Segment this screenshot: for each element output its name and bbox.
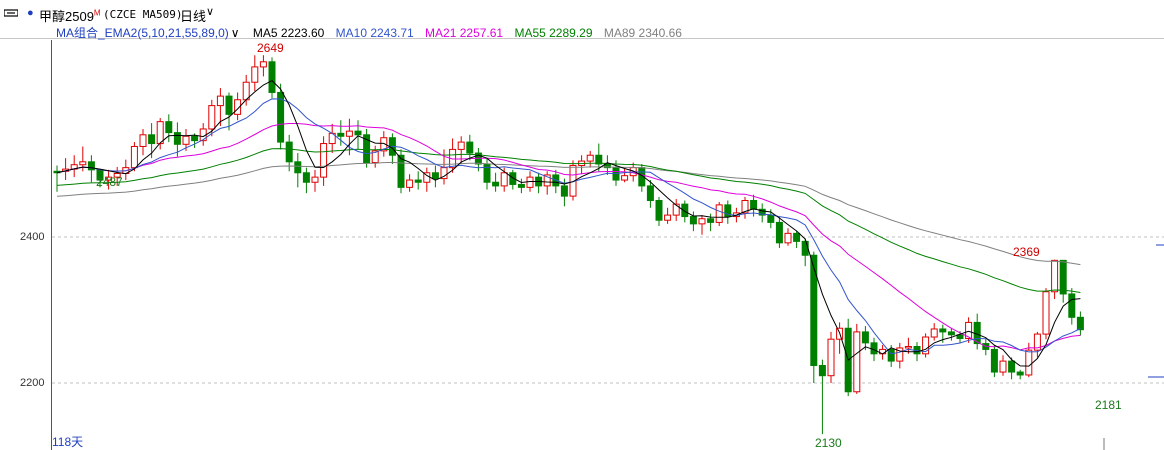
candle-body <box>999 360 1007 373</box>
candle-body <box>560 185 568 197</box>
candle-body <box>259 61 267 68</box>
candle-body <box>930 328 938 338</box>
candle-body <box>182 135 190 145</box>
candle-body <box>1059 259 1067 295</box>
candle-body <box>225 95 233 115</box>
candle-body <box>947 331 955 336</box>
candle-body <box>698 218 706 225</box>
candle-body <box>148 134 156 145</box>
y-axis-line <box>51 40 52 450</box>
candle-body <box>492 181 500 187</box>
legend-ma55: MA55 2289.29 <box>514 26 593 40</box>
candle-body <box>775 221 783 244</box>
period-selector[interactable]: 日线 <box>180 6 206 25</box>
candle-body <box>216 95 224 107</box>
candle-body <box>586 154 594 162</box>
candle-body <box>156 121 164 145</box>
candle-body <box>285 141 293 163</box>
menu-icon[interactable] <box>4 8 18 18</box>
candle-body <box>139 134 147 147</box>
candle-body <box>165 121 173 134</box>
candle-body <box>1076 316 1084 331</box>
candle-body <box>302 172 310 183</box>
indicator-legend: MA组合_EMA2(5,10,21,55,89,0) ∨ MA5 2223.60 … <box>56 24 690 41</box>
candle-body <box>793 232 801 242</box>
candle-body <box>173 132 181 145</box>
candle-body <box>251 66 259 83</box>
candle-body <box>621 175 629 181</box>
high-annotation: 2369 <box>1013 245 1040 259</box>
ma89-line <box>56 161 1081 266</box>
candle-body <box>1042 291 1050 335</box>
candle-body <box>345 130 353 137</box>
candle-body <box>595 154 603 165</box>
candle-body <box>517 183 525 188</box>
candle-body <box>784 232 792 244</box>
candle-body <box>1025 349 1033 376</box>
low-annotation: 2487 <box>96 175 123 189</box>
candle-body <box>646 185 654 201</box>
candle-body <box>801 240 809 256</box>
candle-body <box>268 61 276 93</box>
y-tick-label: 2200 <box>20 377 45 389</box>
candle-body <box>1068 293 1076 318</box>
candle-body <box>818 364 826 377</box>
candle-body <box>466 141 474 154</box>
y-tick-label: 2400 <box>20 231 45 243</box>
candle-body <box>810 254 818 366</box>
visible-days-count: 118天 <box>52 435 84 449</box>
low-annotation: 2130 <box>815 436 842 450</box>
candle-body <box>1016 371 1024 376</box>
candle-body <box>767 214 775 223</box>
candle-body <box>689 216 697 225</box>
ma55-line <box>56 148 1081 293</box>
candle-body <box>827 338 835 377</box>
indicator-group-label[interactable]: MA组合_EMA2(5,10,21,55,89,0) <box>56 26 229 40</box>
candle-body <box>1008 360 1016 373</box>
candle-body <box>526 176 534 188</box>
candle-body <box>294 161 302 174</box>
ma10-line <box>56 98 1081 355</box>
candle-body <box>354 130 362 136</box>
candle-body <box>311 176 319 183</box>
candle-body <box>208 105 216 130</box>
candlestick-chart[interactable] <box>0 0 1164 450</box>
candle-body <box>406 179 414 188</box>
candle-body <box>500 172 508 187</box>
low-annotation: 2181 <box>1095 398 1122 412</box>
candle-body <box>750 200 758 210</box>
candle-body <box>655 200 663 221</box>
candle-body <box>457 141 465 150</box>
candle-body <box>320 143 328 178</box>
legend-ma89: MA89 2340.66 <box>603 26 682 40</box>
candle-body <box>79 161 87 166</box>
candle-body <box>870 342 878 355</box>
candle-body <box>990 348 998 373</box>
chevron-down-icon[interactable]: ∨ <box>231 26 240 40</box>
candle-body <box>191 135 199 142</box>
legend-ma5: MA5 2223.60 <box>252 26 325 40</box>
candle-body <box>431 172 439 180</box>
high-annotation: 2649 <box>257 41 284 55</box>
candle-body <box>414 179 422 183</box>
candle-body <box>664 214 672 221</box>
candle-body <box>904 346 912 349</box>
candle-body <box>861 331 869 344</box>
instrument-code: (CZCE MA509) <box>103 8 183 21</box>
legend-ma10: MA10 2243.71 <box>335 26 414 40</box>
instrument-title[interactable]: 甲醇2509M <box>39 6 101 25</box>
candle-body <box>130 145 138 169</box>
candle-body <box>337 132 345 137</box>
candle-body <box>853 331 861 393</box>
candle-body <box>939 328 947 333</box>
legend-ma21: MA21 2257.61 <box>425 26 504 40</box>
bullet-icon: ● <box>27 7 34 19</box>
candle-body <box>715 204 723 223</box>
candle-body <box>707 218 715 223</box>
chevron-down-icon[interactable]: ∨ <box>206 5 214 18</box>
candle-body <box>1051 259 1059 293</box>
